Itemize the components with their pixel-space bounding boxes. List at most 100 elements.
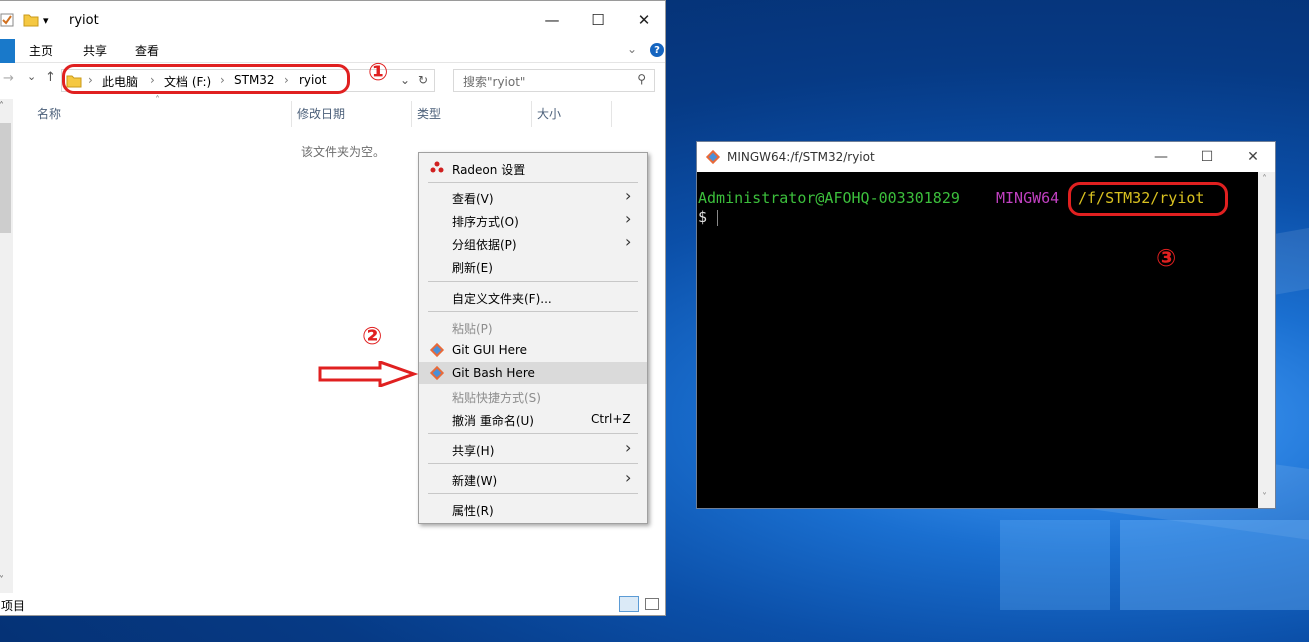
menu-separator (428, 182, 638, 183)
scroll-down-icon[interactable]: ˅ (1262, 492, 1267, 503)
column-divider[interactable] (411, 101, 412, 127)
chevron-right-icon: › (625, 232, 632, 251)
chevron-down-icon[interactable]: ⌄ (400, 73, 410, 87)
chevron-right-icon: › (625, 186, 632, 205)
sort-ascending-icon: ˄ (155, 95, 160, 106)
forward-icon[interactable]: → (3, 71, 14, 86)
terminal-titlebar[interactable]: MINGW64:/f/STM32/ryiot — ☐ ✕ (697, 142, 1275, 172)
column-header-name[interactable]: 名称 (37, 105, 61, 122)
prompt-user-host: Administrator@AFOHQ-003301829 (698, 189, 960, 207)
navigation-pane-scrollbar[interactable]: ˄ ˅ (0, 99, 13, 593)
annotation-marker-2: ② (362, 322, 383, 350)
folder-icon[interactable] (23, 12, 39, 28)
menu-item-label: Git Bash Here (452, 366, 535, 380)
tab-home[interactable]: 主页 (29, 42, 53, 59)
git-icon (705, 149, 721, 168)
tab-share[interactable]: 共享 (83, 42, 107, 59)
search-input[interactable]: 搜索"ryiot" ⚲ (453, 69, 655, 92)
context-menu: Radeon 设置 查看(V) › 排序方式(O) › 分组依据(P) › 刷新… (418, 152, 648, 524)
scroll-down-icon[interactable]: ˅ (0, 575, 4, 586)
menu-item-undo-rename[interactable]: 撤消 重命名(U) Ctrl+Z (419, 408, 647, 430)
scroll-up-icon[interactable]: ˄ (1262, 174, 1267, 185)
prompt-env: MINGW64 (996, 189, 1060, 207)
up-icon[interactable]: ↑ (45, 70, 56, 85)
menu-item-refresh[interactable]: 刷新(E) (419, 255, 647, 277)
wallpaper-logo-pane (1000, 520, 1110, 610)
menu-item-label: 刷新(E) (452, 261, 493, 275)
menu-item-label: 粘贴快捷方式(S) (452, 391, 541, 405)
menu-item-label: Radeon 设置 (452, 163, 526, 177)
address-highlight-box (62, 64, 350, 94)
refresh-icon[interactable]: ↻ (418, 73, 428, 87)
maximize-button[interactable]: ☐ (575, 5, 621, 35)
menu-item-customize-folder[interactable]: 自定义文件夹(F)... (419, 286, 647, 308)
git-icon (429, 342, 445, 358)
close-button[interactable]: ✕ (1231, 146, 1275, 168)
menu-item-label: 粘贴(P) (452, 322, 493, 336)
help-icon[interactable]: ? (650, 43, 664, 57)
menu-item-group-by[interactable]: 分组依据(P) › (419, 232, 647, 254)
menu-item-new[interactable]: 新建(W) › (419, 468, 647, 490)
file-tab[interactable] (0, 39, 15, 63)
menu-item-label: 共享(H) (452, 444, 495, 458)
menu-separator (428, 311, 638, 312)
menu-item-label: 自定义文件夹(F)... (452, 292, 552, 306)
menu-item-git-gui-here[interactable]: Git GUI Here (419, 339, 647, 361)
menu-item-sort-by[interactable]: 排序方式(O) › (419, 209, 647, 231)
annotation-arrow-icon (318, 361, 418, 387)
menu-item-share[interactable]: 共享(H) › (419, 438, 647, 460)
tab-view[interactable]: 查看 (135, 42, 159, 59)
terminal-title: MINGW64:/f/STM32/ryiot (727, 150, 875, 164)
menu-item-label: 新建(W) (452, 474, 498, 488)
status-bar: 项目 (0, 593, 665, 615)
maximize-button[interactable]: ☐ (1185, 146, 1229, 168)
close-button[interactable]: ✕ (621, 5, 667, 35)
chevron-right-icon: › (625, 209, 632, 228)
menu-item-radeon-settings[interactable]: Radeon 设置 (419, 157, 647, 179)
recent-locations-icon[interactable]: ⌄ (27, 70, 36, 83)
explorer-titlebar[interactable]: ▾ ryiot — ☐ ✕ (0, 1, 665, 39)
scrollbar-thumb[interactable] (0, 123, 11, 233)
menu-item-label: 撤消 重命名(U) (452, 414, 534, 428)
menu-shortcut: Ctrl+Z (591, 412, 631, 426)
minimize-button[interactable]: — (529, 5, 575, 35)
quick-access-dropdown-icon[interactable]: ▾ (43, 14, 59, 30)
empty-folder-message: 该文件夹为空。 (301, 145, 386, 159)
prompt-symbol: $ (698, 208, 708, 226)
annotation-marker-1: ① (368, 58, 389, 86)
menu-separator (428, 281, 638, 282)
menu-item-view[interactable]: 查看(V) › (419, 186, 647, 208)
menu-item-paste: 粘贴(P) (419, 316, 647, 338)
details-view-icon[interactable] (619, 596, 639, 612)
menu-separator (428, 463, 638, 464)
column-header-size[interactable]: 大小 (537, 105, 561, 122)
radeon-icon (429, 160, 445, 176)
menu-item-label: 查看(V) (452, 192, 494, 206)
path-highlight-box (1068, 182, 1228, 216)
column-header-type[interactable]: 类型 (417, 105, 441, 122)
menu-item-properties[interactable]: 属性(R) (419, 498, 647, 520)
column-divider[interactable] (531, 101, 532, 127)
search-placeholder: 搜索"ryiot" (463, 75, 526, 89)
terminal-scrollbar[interactable]: ˄ ˅ (1258, 172, 1275, 508)
column-header-modified[interactable]: 修改日期 (297, 105, 345, 122)
menu-item-git-bash-here[interactable]: Git Bash Here (419, 362, 647, 384)
menu-item-label: 分组依据(P) (452, 238, 517, 252)
search-icon[interactable]: ⚲ (637, 72, 646, 86)
window-title: ryiot (69, 13, 99, 28)
menu-item-label: 属性(R) (452, 504, 494, 518)
ribbon: 主页 共享 查看 ⌄ ? (0, 39, 665, 63)
column-divider[interactable] (611, 101, 612, 127)
chevron-right-icon: › (625, 468, 632, 487)
menu-item-label: 排序方式(O) (452, 215, 519, 229)
scroll-up-icon[interactable]: ˄ (0, 101, 4, 112)
minimize-button[interactable]: — (1139, 146, 1183, 168)
annotation-marker-3: ③ (1156, 244, 1177, 272)
expand-ribbon-icon[interactable]: ⌄ (627, 42, 637, 56)
properties-icon[interactable] (0, 12, 15, 28)
git-icon (429, 365, 445, 381)
large-icons-view-icon[interactable] (645, 598, 659, 610)
menu-item-paste-shortcut: 粘贴快捷方式(S) (419, 385, 647, 407)
column-divider[interactable] (291, 101, 292, 127)
menu-separator (428, 493, 638, 494)
